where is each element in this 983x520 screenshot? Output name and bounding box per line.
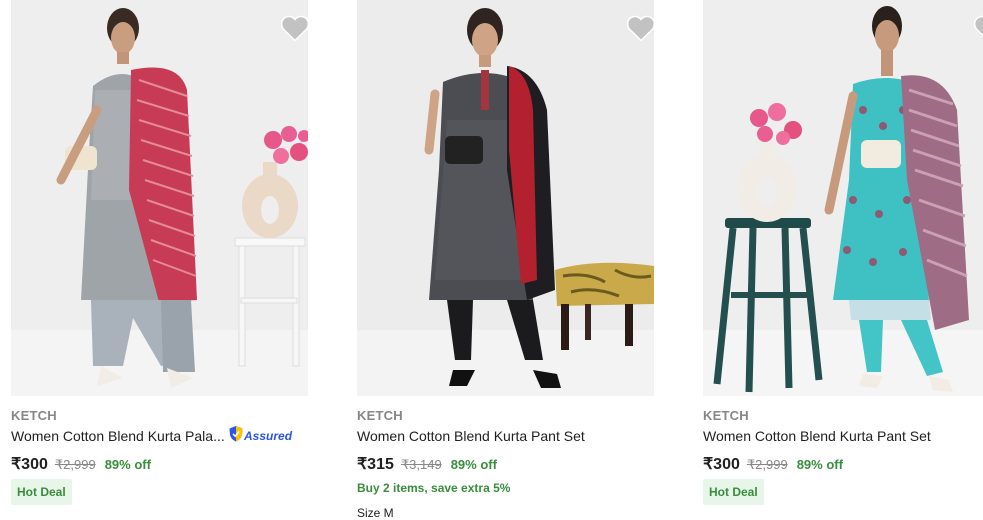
product-image[interactable] bbox=[703, 0, 983, 396]
product-card[interactable]: KETCH Women Cotton Blend Kurta Pant Set … bbox=[357, 0, 656, 520]
size-info: Size M bbox=[357, 506, 394, 520]
wishlist-heart-icon[interactable] bbox=[626, 14, 658, 44]
bank-offer-text: Buy 2 items, save extra 5% bbox=[357, 481, 511, 495]
discount-label: 89% off bbox=[104, 457, 151, 472]
product-title[interactable]: Women Cotton Blend Kurta Pala... bbox=[11, 428, 225, 444]
wishlist-heart-icon[interactable] bbox=[280, 14, 312, 44]
product-card[interactable]: KETCH Women Cotton Blend Kurta Pala... A… bbox=[11, 0, 310, 512]
discount-label: 89% off bbox=[450, 457, 497, 472]
original-price: ₹3,149 bbox=[400, 457, 442, 472]
product-brand: KETCH bbox=[703, 408, 749, 423]
price-row: ₹315 ₹3,149 89% off bbox=[357, 454, 497, 474]
hot-deal-badge: Hot Deal bbox=[11, 479, 72, 505]
product-image[interactable] bbox=[357, 0, 654, 396]
product-brand: KETCH bbox=[11, 408, 57, 423]
product-brand: KETCH bbox=[357, 408, 403, 423]
original-price: ₹2,999 bbox=[54, 457, 96, 472]
product-image[interactable] bbox=[11, 0, 308, 396]
product-title[interactable]: Women Cotton Blend Kurta Pant Set bbox=[703, 428, 931, 444]
original-price: ₹2,999 bbox=[746, 457, 788, 472]
wishlist-heart-icon[interactable] bbox=[973, 14, 983, 44]
selling-price: ₹315 bbox=[357, 456, 394, 473]
price-row: ₹300 ₹2,999 89% off bbox=[703, 454, 843, 474]
price-row: ₹300 ₹2,999 89% off bbox=[11, 454, 151, 474]
product-title[interactable]: Women Cotton Blend Kurta Pant Set bbox=[357, 428, 585, 444]
selling-price: ₹300 bbox=[11, 456, 48, 473]
assured-label: Assured bbox=[244, 429, 293, 443]
assured-badge: Assured bbox=[229, 425, 293, 447]
shield-check-icon bbox=[229, 425, 243, 447]
hot-deal-badge: Hot Deal bbox=[703, 479, 764, 505]
product-card[interactable]: KETCH Women Cotton Blend Kurta Pant Set … bbox=[703, 0, 983, 512]
discount-label: 89% off bbox=[796, 457, 843, 472]
selling-price: ₹300 bbox=[703, 456, 740, 473]
